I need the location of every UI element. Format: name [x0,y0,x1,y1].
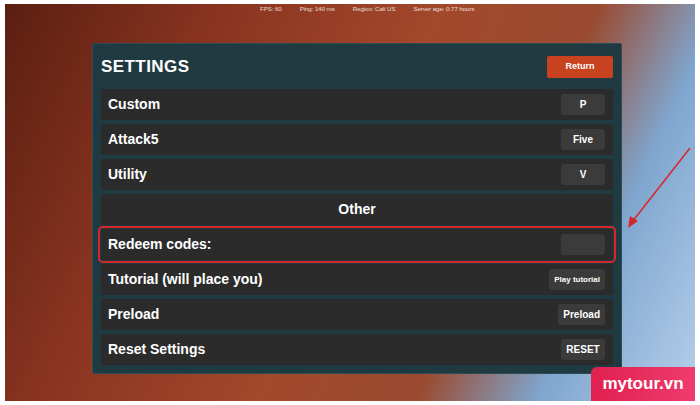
row-label: Tutorial (will place you) [108,269,263,290]
settings-row: Reset Settings RESET [101,334,613,365]
settings-row: Preload Preload [101,299,613,330]
panel-title: SETTINGS [101,54,189,80]
settings-list: Custom P Attack5 Five Utility V Other Redeem co… [101,89,613,365]
hud: FPS: 60 Ping: 140 ms Region: Cali US Server… [260,5,474,14]
return-button[interactable]: Return [547,56,613,78]
panel-header: SETTINGS Return [101,44,613,89]
settings-row: Attack5 Five [101,124,613,155]
settings-row: Custom P [101,89,613,120]
code-input[interactable] [561,234,605,255]
row-label: Reset Settings [108,339,205,360]
row-label: Redeem codes: [108,234,211,255]
row-label: Custom [108,94,160,115]
settings-panel: SETTINGS Return Custom P Attack5 Five Utility V… [92,43,622,374]
settings-row: Redeem codes: [101,229,613,260]
arrow-icon [620,144,695,234]
game-view: FPS: 60 Ping: 140 ms Region: Cali US Server… [5,4,695,401]
section-header: Other [101,194,613,225]
hud-stat: Server age: 0.77 hours [413,5,474,14]
key-button[interactable]: RESET [561,339,605,360]
row-label: Utility [108,164,147,185]
settings-row: Utility V [101,159,613,190]
row-label: Attack5 [108,129,159,150]
hud-stat: Region: Cali US [353,5,396,14]
hud-stat: Ping: 140 ms [300,5,335,14]
key-button[interactable]: Preload [558,304,605,325]
settings-row: Tutorial (will place you) Play tutorial [101,264,613,295]
row-label: Preload [108,304,159,325]
key-button[interactable]: P [561,94,605,115]
key-button[interactable]: Five [561,129,605,150]
hud-stat: FPS: 60 [260,5,282,14]
key-button[interactable]: V [561,164,605,185]
watermark: mytour.vn [591,367,695,401]
key-button[interactable]: Play tutorial [549,269,605,290]
screenshot: FPS: 60 Ping: 140 ms Region: Cali US Server… [0,0,700,405]
